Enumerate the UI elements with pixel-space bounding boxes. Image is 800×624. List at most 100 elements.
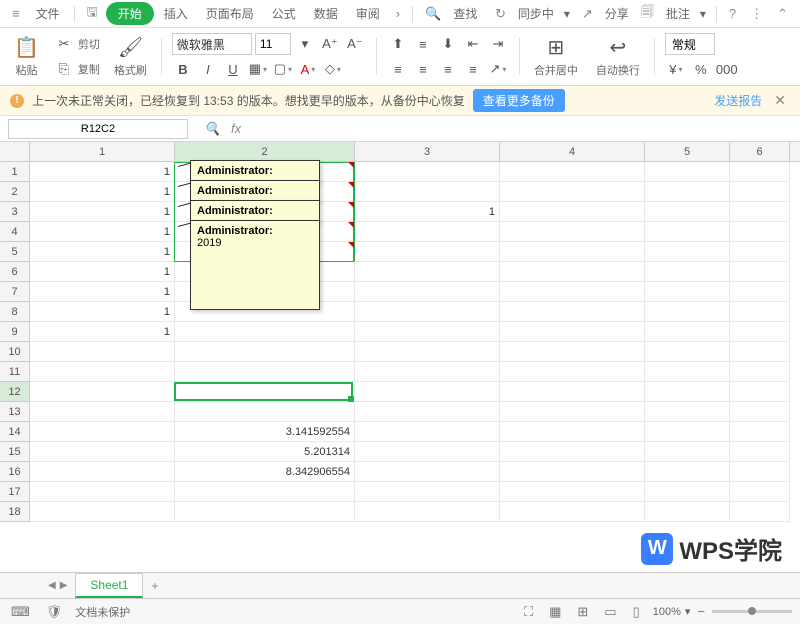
fx-icon[interactable]: 🔍 fx	[196, 121, 249, 137]
cell[interactable]: 1	[30, 262, 175, 282]
zoom-control[interactable]: 100% ▾ −	[653, 604, 792, 619]
cell[interactable]	[500, 462, 645, 482]
view-read-icon[interactable]: ▯	[630, 604, 643, 620]
menu-formula[interactable]: 公式	[264, 2, 304, 25]
more-icon[interactable]: ›	[390, 3, 406, 24]
cell[interactable]	[355, 382, 500, 402]
cell[interactable]: 1	[30, 302, 175, 322]
currency-button[interactable]: ¥	[665, 58, 687, 80]
cell[interactable]	[175, 362, 355, 382]
cell[interactable]	[355, 422, 500, 442]
indent-inc-button[interactable]: ⇥	[487, 33, 509, 55]
cell[interactable]	[500, 202, 645, 222]
align-just-button[interactable]: ≡	[462, 58, 484, 80]
cell[interactable]	[30, 402, 175, 422]
cell[interactable]	[355, 502, 500, 522]
cell[interactable]	[355, 402, 500, 422]
menu-share[interactable]: 分享	[601, 2, 633, 25]
cell[interactable]	[355, 322, 500, 342]
cell[interactable]	[355, 282, 500, 302]
tab-prev-icon[interactable]: ◀	[48, 580, 56, 591]
cell[interactable]	[730, 402, 790, 422]
cell[interactable]	[645, 422, 730, 442]
shield-icon[interactable]: 🛡	[43, 604, 66, 620]
spreadsheet-grid[interactable]: 1 2 3 4 5 6 123456789101112131415161718 …	[0, 142, 800, 572]
align-right-button[interactable]: ≡	[437, 58, 459, 80]
border-button[interactable]: ▦	[247, 58, 269, 80]
col-header[interactable]: 3	[355, 142, 500, 161]
fullscreen-icon[interactable]: ⛶	[521, 604, 536, 620]
cell[interactable]	[645, 482, 730, 502]
cell[interactable]	[645, 382, 730, 402]
name-box[interactable]: R12C2	[8, 119, 188, 139]
cell[interactable]	[730, 202, 790, 222]
fontsize-dd[interactable]: ▾	[294, 33, 316, 55]
note-icon[interactable]: 🗐	[635, 0, 660, 28]
row-header[interactable]: 16	[0, 462, 29, 482]
font-dec-button[interactable]: A⁻	[344, 33, 366, 55]
menu-note[interactable]: 批注	[662, 2, 694, 25]
row-header[interactable]: 12	[0, 382, 29, 402]
cell[interactable]: 1	[30, 222, 175, 242]
sync-icon[interactable]: ↻	[489, 3, 512, 25]
backup-button[interactable]: 查看更多备份	[473, 89, 565, 112]
cell[interactable]	[355, 302, 500, 322]
cell[interactable]: 1	[30, 202, 175, 222]
cell[interactable]	[730, 442, 790, 462]
row-header[interactable]: 9	[0, 322, 29, 342]
cell[interactable]	[730, 182, 790, 202]
cell[interactable]	[730, 342, 790, 362]
cell[interactable]	[30, 442, 175, 462]
comment-indicator[interactable]	[348, 202, 354, 208]
cell[interactable]	[355, 262, 500, 282]
settings-icon[interactable]: ⋮	[744, 3, 769, 25]
cell[interactable]	[500, 502, 645, 522]
menu-sync[interactable]: 同步中	[514, 2, 558, 25]
cell[interactable]	[730, 222, 790, 242]
menu-start[interactable]: 开始	[106, 2, 154, 25]
sync-dd[interactable]: ▾	[560, 4, 574, 24]
notice-close-button[interactable]: ✕	[770, 92, 790, 109]
menu-file[interactable]: 文件	[28, 2, 68, 25]
menu-icon[interactable]: ≡	[6, 3, 26, 24]
cell[interactable]	[355, 362, 500, 382]
menu-data[interactable]: 数据	[306, 2, 346, 25]
cell[interactable]	[730, 322, 790, 342]
row-header[interactable]: 13	[0, 402, 29, 422]
cell[interactable]: 1	[30, 242, 175, 262]
cell[interactable]: 3.141592554	[175, 422, 355, 442]
cell[interactable]	[645, 302, 730, 322]
cell[interactable]	[500, 442, 645, 462]
row-header[interactable]: 7	[0, 282, 29, 302]
collapse-icon[interactable]: ⌃	[771, 3, 794, 25]
cell[interactable]	[730, 162, 790, 182]
cell[interactable]	[500, 182, 645, 202]
cell[interactable]	[500, 342, 645, 362]
col-header[interactable]: 2	[175, 142, 355, 161]
cell[interactable]	[730, 242, 790, 262]
row-header[interactable]: 4	[0, 222, 29, 242]
cell[interactable]	[175, 322, 355, 342]
align-center-button[interactable]: ≡	[412, 58, 434, 80]
keyboard-icon[interactable]: ⌨	[8, 604, 33, 620]
cell[interactable]	[645, 202, 730, 222]
italic-button[interactable]: I	[197, 58, 219, 80]
cell[interactable]: 1	[30, 162, 175, 182]
cell[interactable]	[175, 382, 355, 402]
cell[interactable]	[645, 502, 730, 522]
send-report-link[interactable]: 发送报告	[714, 92, 762, 109]
cell[interactable]	[730, 502, 790, 522]
select-all-corner[interactable]	[0, 142, 30, 161]
comment-indicator[interactable]	[348, 162, 354, 168]
cell[interactable]: 1	[30, 322, 175, 342]
menu-review[interactable]: 审阅	[348, 2, 388, 25]
format-painter-button[interactable]: 🖌 格式刷	[108, 32, 153, 81]
cell[interactable]	[730, 382, 790, 402]
comment-popup[interactable]: Administrator:	[190, 160, 320, 182]
cell[interactable]	[500, 282, 645, 302]
cells-area[interactable]: Administrator: Administrator: Administra…	[30, 162, 800, 522]
row-header[interactable]: 6	[0, 262, 29, 282]
cell[interactable]	[355, 162, 500, 182]
numfmt-selector[interactable]: 常规	[665, 33, 715, 55]
merge-button[interactable]: ⊞ 合并居中	[528, 32, 584, 81]
